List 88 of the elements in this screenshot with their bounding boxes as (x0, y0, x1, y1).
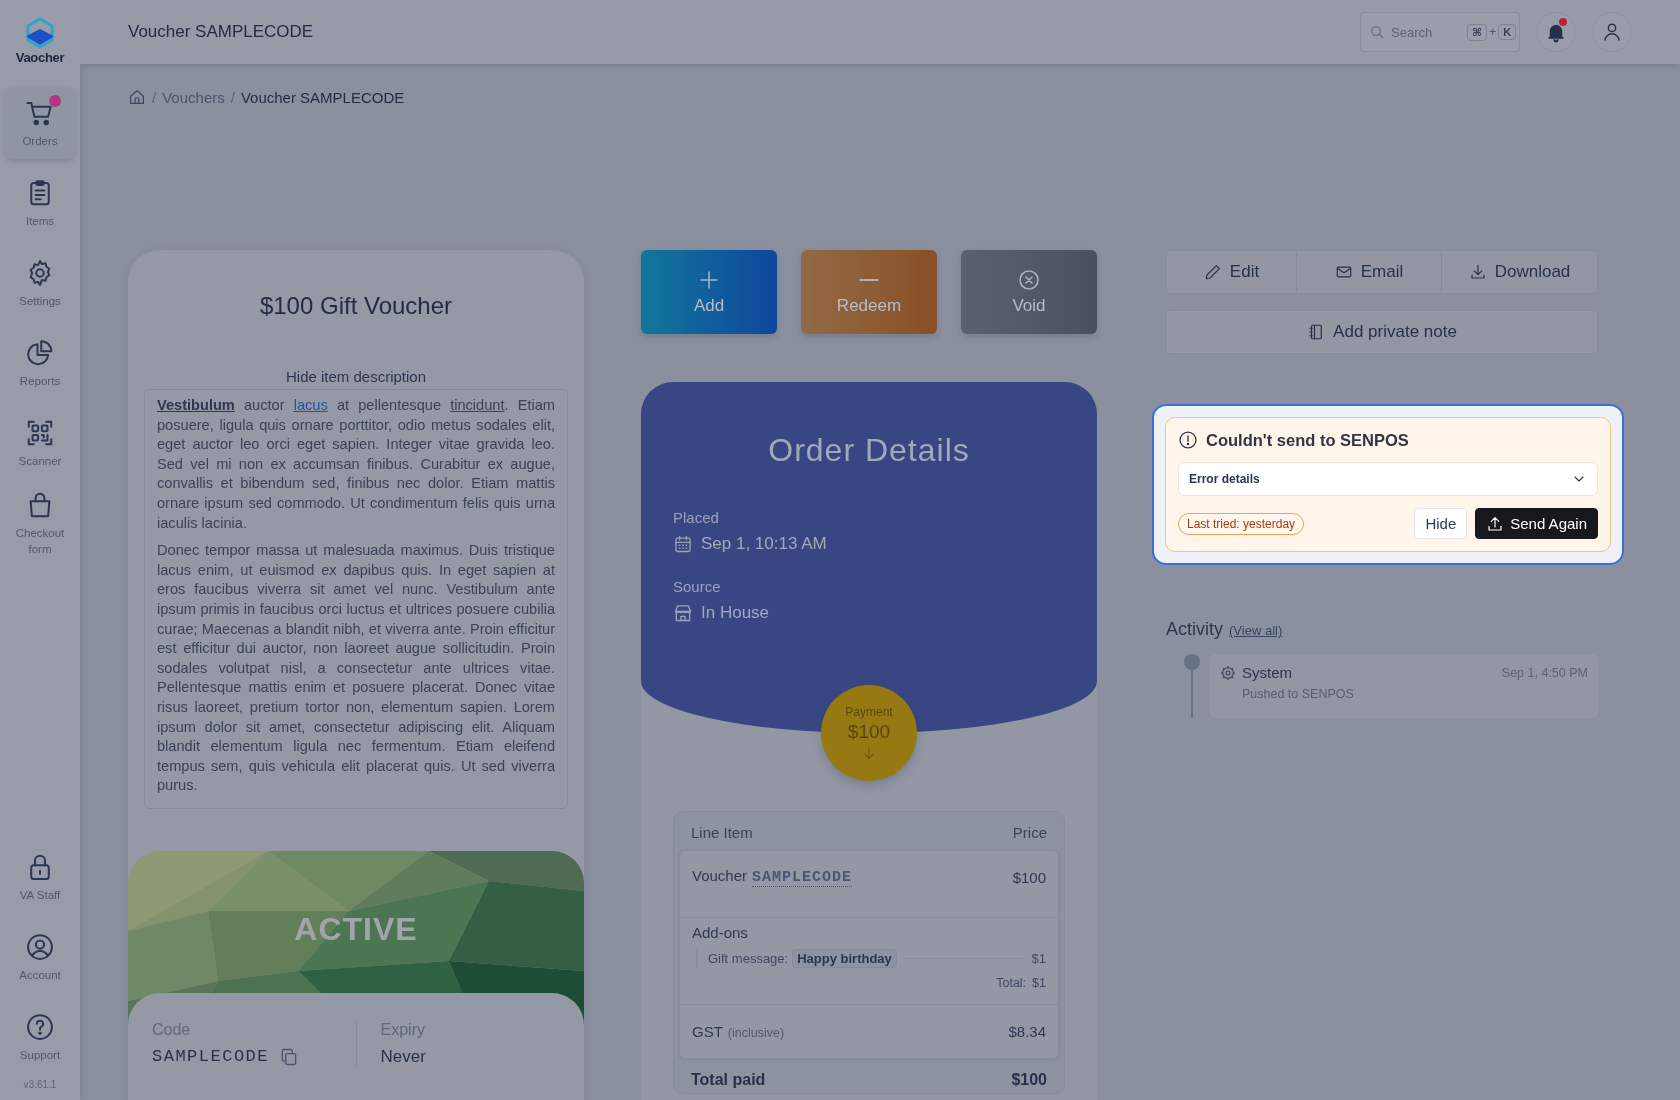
view-all-link[interactable]: (View all) (1229, 623, 1283, 638)
action-button[interactable]: Add (641, 250, 777, 334)
cancel-icon (1017, 268, 1041, 292)
activity-time: Sep 1, 4:50 PM (1501, 665, 1588, 680)
toolbar-button[interactable]: Download (1442, 251, 1597, 293)
total-paid-amount: $100 (1011, 1071, 1047, 1089)
breadcrumb-link[interactable]: Voucher SAMPLECODE (240, 88, 405, 106)
field-value: In House (701, 603, 770, 623)
description-toggle[interactable]: Hide item description (285, 368, 427, 385)
search-input[interactable]: Search (1391, 20, 1461, 44)
search-field[interactable]: Search ⌘ + K (1360, 12, 1520, 52)
breadcrumb-separator: / (152, 88, 157, 106)
addon-price: $1 (1031, 951, 1046, 966)
add-note-button[interactable]: Add private note (1166, 310, 1598, 354)
status-label: ACTIVE (294, 910, 418, 949)
hide-button[interactable]: Hide (1414, 508, 1468, 539)
envelope-icon (1334, 263, 1353, 281)
logo-text: Vaocher (15, 50, 65, 65)
plus-icon (697, 268, 721, 292)
addon-value: Happy birthday (792, 949, 897, 968)
help-icon (25, 1011, 55, 1042)
action-button[interactable]: Redeem (801, 250, 937, 334)
section-title: Activity (1166, 619, 1223, 640)
toolbar-button[interactable]: Email (1297, 251, 1442, 293)
tax-amount: $8.34 (1008, 1023, 1046, 1040)
profile-button[interactable] (1592, 12, 1632, 52)
nav-item[interactable]: Account (5, 921, 75, 993)
error-details-dropdown[interactable]: Error details (1178, 462, 1598, 496)
description-text: Vestibulum auctor lacus at pellentesque tincidunt. Etiam posuere, ligula quis ornare porttitor, odio metus sodales elit, eget auctor leo orci eget sapien. Integer vitae gravida leo. Sed vel mi non ex accumsan finibus. Curabitur ex augue, convallis et bibendum sed, finibus nec dolor. Etiam mattis ornare ipsum sed commodo. Ut condimentum felis quis urna iaculis lacinia. (157, 396, 555, 533)
total-paid-label: Total paid (691, 1071, 766, 1089)
minus-icon (859, 278, 879, 282)
alert-title: Couldn't send to SENPOS (1206, 430, 1409, 450)
plus-sign: + (1489, 25, 1497, 39)
nav-item[interactable]: Orders (5, 87, 75, 159)
page-title: Voucher SAMPLECODE (128, 22, 315, 42)
breadcrumb-separator: / (230, 88, 235, 106)
tax-note: (inclusive) (727, 1026, 785, 1040)
toolbar-button[interactable]: Edit (1167, 251, 1297, 293)
column-header: Line Item (691, 824, 753, 841)
version-label: v3.61.1 (23, 1079, 57, 1090)
total-value: $1 (1032, 976, 1046, 990)
action-button[interactable]: Void (961, 250, 1097, 334)
voucher-code: SAMPLECODE (152, 1047, 270, 1067)
order-title: Order Details (767, 432, 971, 469)
upload-icon (1486, 514, 1505, 533)
gear-icon (1220, 664, 1236, 681)
voucher-title: $100 Gift Voucher (259, 292, 453, 320)
keyboard-key: ⌘ (1467, 23, 1488, 41)
activity-text: Pushed to SENPOS (1241, 687, 1355, 701)
store-icon (673, 603, 693, 623)
breadcrumb-link[interactable]: Vouchers (162, 88, 225, 106)
field-label: Placed (673, 509, 720, 526)
arrow-down-icon (861, 745, 877, 761)
link[interactable]: lacus (293, 397, 328, 413)
pencil-icon (1203, 263, 1222, 281)
nav-item[interactable]: Scanner (5, 407, 75, 479)
nav-item[interactable]: Items (5, 167, 75, 239)
column-header: Price (1012, 824, 1047, 841)
home-icon[interactable] (128, 88, 146, 106)
field-value: Sep 1, 10:13 AM (701, 534, 827, 554)
activity-actor: System (1242, 664, 1292, 681)
addon-label: Gift message: (708, 951, 789, 966)
description-text: Donec tempor massa ut malesuada maximus. Duis tristique lacus enim, ut euismod ex dapibus quis. In eget sapien at eros faucibus viverra sit amet vel nunc. Vestibulum ante ipsum primis in faucibus orci luctus et ultrices posuere cubilia curae; Maecenas a blandit nibh, et viverra ante. Proin efficitur est efficitur dui auctor, non laoreet augue sollicitudin. Proin sodales volutpat nisl, a consectetur ante ultrices vitae. Pellentesque mattis enim et posuere placerat. Donec vitae risus laoreet, pretium tortor non, elementum sapien. Lorem ipsum dolor sit amet, consectetur adipiscing elit. Aliquam blandit elementum ligula nec fermentum. Etiam eleifend tempus sem, quis vehicula elit placerat quis. Ut sed viverra purus. (157, 541, 555, 796)
nav-item[interactable]: Checkout form (5, 487, 75, 559)
account-icon (25, 931, 55, 962)
send-again-button[interactable]: Send Again (1475, 508, 1598, 539)
item-price: $100 (1012, 868, 1046, 886)
keyboard-key: K (1498, 24, 1517, 40)
item-label: Voucher (692, 867, 748, 884)
notifications-button[interactable] (1536, 12, 1576, 52)
alert-icon (1178, 430, 1198, 450)
user-icon (1601, 21, 1623, 43)
last-tried-badge: Last tried: yesterday (1178, 512, 1305, 535)
total-label: Total: (996, 976, 1027, 990)
field-value: Never (380, 1046, 427, 1067)
nav-item[interactable]: Reports (5, 327, 75, 399)
nav-item[interactable]: VA Staff (5, 841, 75, 913)
nav-item[interactable]: Support (5, 1001, 75, 1073)
pie-chart-icon (25, 337, 55, 368)
search-icon (1369, 24, 1385, 40)
addons-title: Add-ons (692, 924, 749, 941)
payment-badge: Payment $100 (821, 685, 917, 781)
calendar-icon (673, 534, 693, 554)
download-icon (1468, 263, 1487, 281)
tax-label: GST (692, 1023, 723, 1040)
voucher-code[interactable]: SAMPLECODE (752, 869, 853, 887)
field-label: Source (673, 578, 722, 595)
nav-item[interactable]: Settings (5, 247, 75, 319)
